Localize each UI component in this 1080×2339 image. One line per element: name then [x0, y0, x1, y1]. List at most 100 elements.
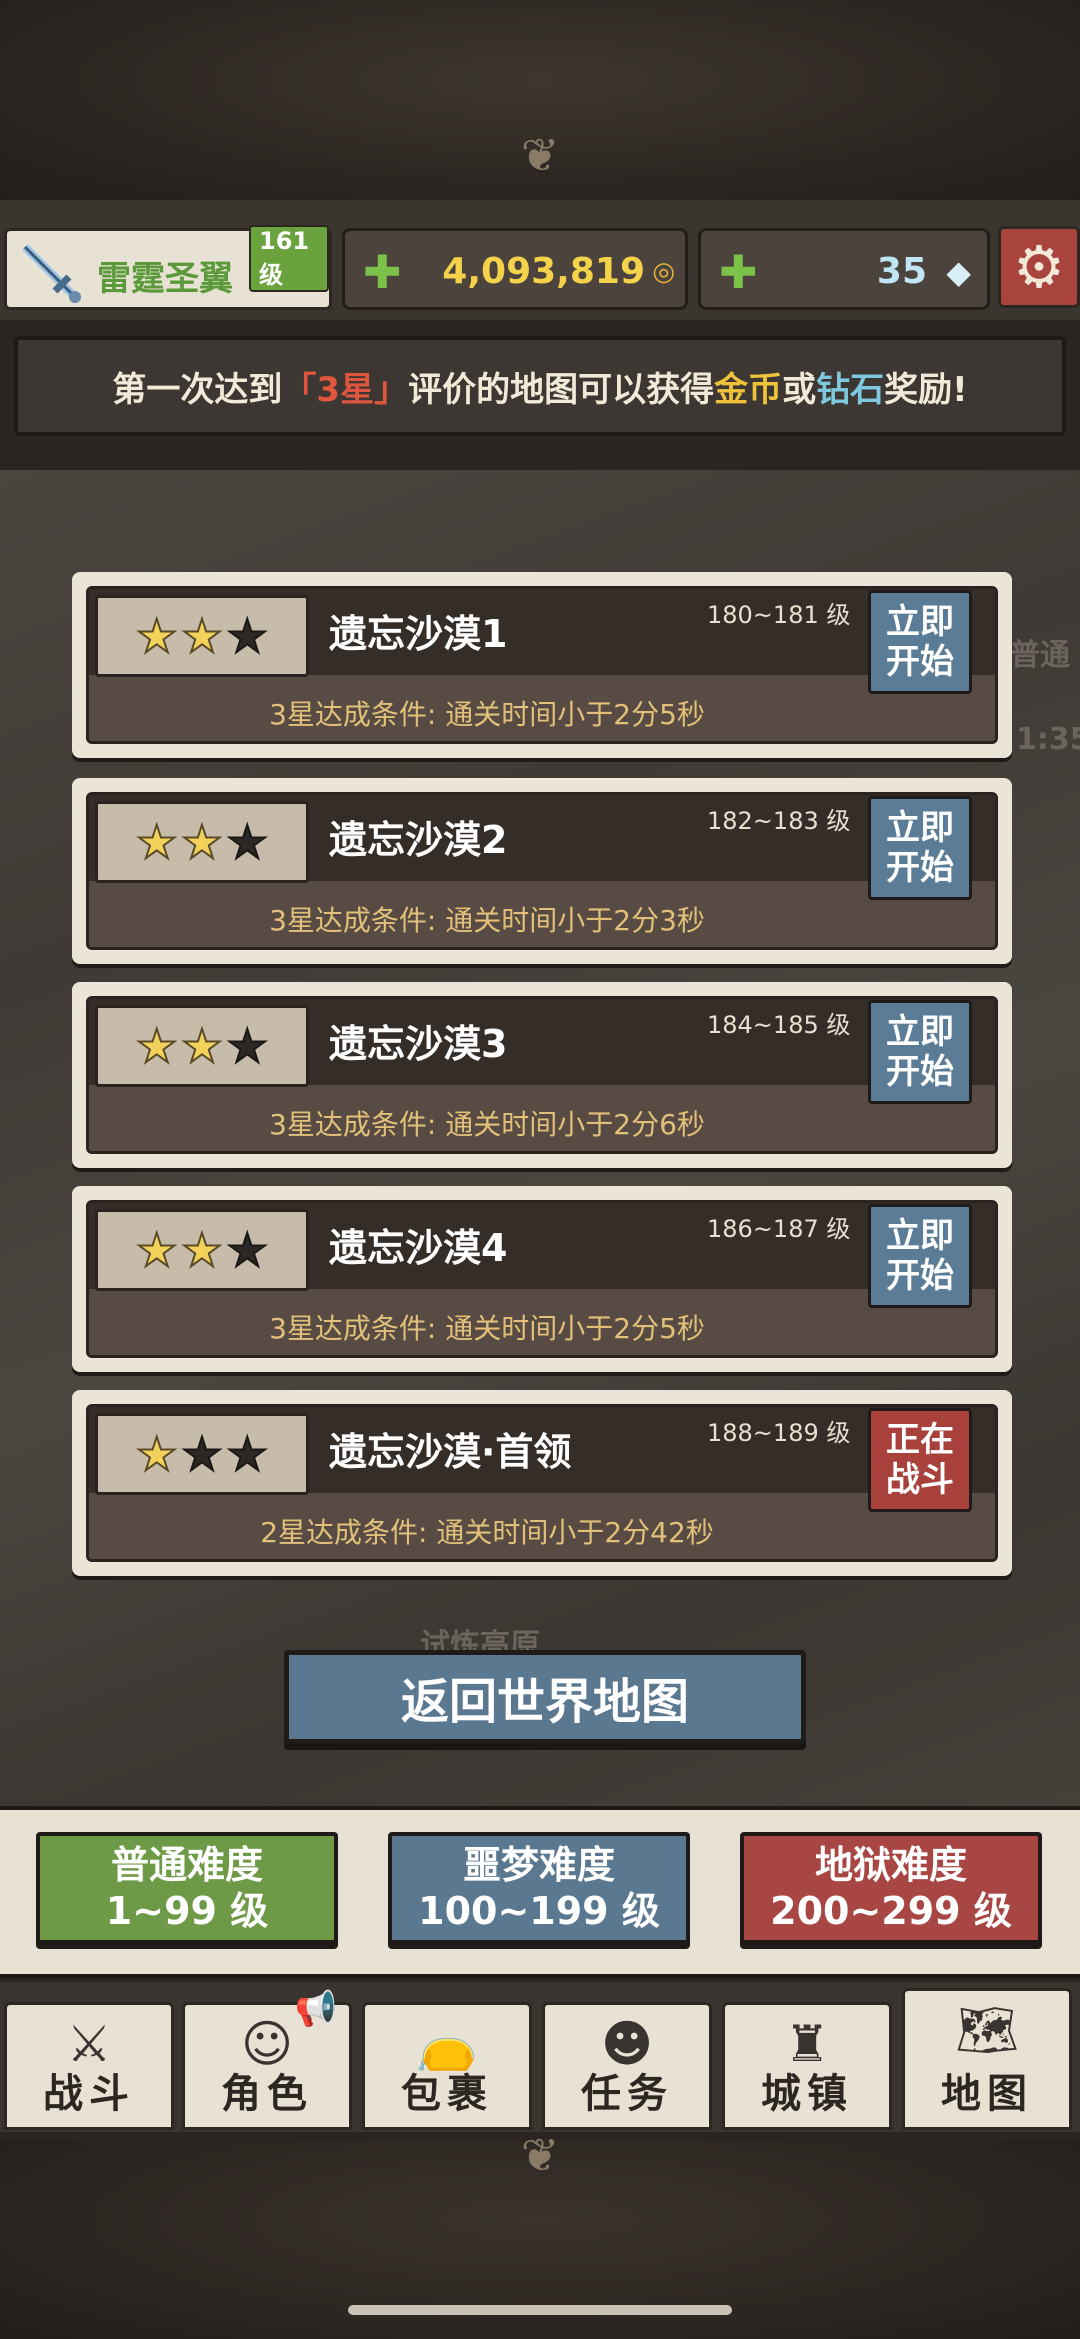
star-empty-icon: ★ [226, 609, 269, 663]
star-empty-icon: ★ [226, 815, 269, 869]
star-filled-icon: ★ [180, 1019, 223, 1073]
tab-label: 任务 [581, 2071, 673, 2117]
star-condition: 3星达成条件: 通关时间小于2分3秒 [269, 904, 705, 937]
level-name: 遗忘沙漠2 [329, 818, 508, 862]
map-ghost-label: 1:35 [1016, 722, 1080, 757]
star-empty-icon: ★ [226, 1427, 269, 1481]
level-card-body: ★ ★ ★ 遗忘沙漠4 186~187 级 3星达成条件: 通关时间小于2分5秒 [86, 1200, 998, 1358]
start-level-label: 立即开始 [886, 602, 954, 682]
notice-gold-word: 金币 [714, 369, 783, 410]
tab-map[interactable]: 🗺 地图 [902, 1988, 1072, 2130]
gold-counter[interactable]: ✚ 4,093,819 ◎ [342, 228, 688, 310]
return-world-map-button[interactable]: 返回世界地图 [284, 1650, 806, 1744]
start-level-button[interactable]: 立即开始 [868, 796, 972, 900]
star-rating: ★ ★ ★ [95, 595, 309, 677]
diamond-counter[interactable]: ✚ 35 ◆ [698, 228, 990, 310]
difficulty-name: 噩梦难度 [462, 1843, 615, 1887]
tab-label: 角色 [221, 2071, 313, 2117]
settings-button[interactable]: ⚙ [998, 226, 1080, 308]
start-level-label: 立即开始 [886, 1012, 954, 1092]
level-card-body: ★ ★ ★ 遗忘沙漠1 180~181 级 3星达成条件: 通关时间小于2分5秒 [86, 586, 998, 744]
fighting-status-button[interactable]: 正在战斗 [868, 1408, 972, 1512]
reward-notice: 第一次达到 「3星」 评价的地图可以获得 金币 或 钻石 奖励! [14, 336, 1066, 436]
tab-character[interactable]: ☺ 📢 角色 [182, 1989, 352, 2130]
difficulty-range: 100~199 级 [418, 1889, 660, 1933]
start-level-label: 立即开始 [886, 1216, 954, 1296]
star-condition: 3星达成条件: 通关时间小于2分6秒 [269, 1108, 705, 1141]
tab-quest[interactable]: ☻ 任务 [542, 2002, 712, 2130]
difficulty-hell-button[interactable]: 地狱难度 200~299 级 [740, 1832, 1042, 1944]
diamond-icon: ◆ [946, 253, 971, 291]
star-filled-icon: ★ [135, 815, 178, 869]
level-card-body: ★ ★ ★ 遗忘沙漠·首领 188~189 级 2星达成条件: 通关时间小于2分… [86, 1404, 998, 1562]
star-filled-icon: ★ [135, 1223, 178, 1277]
level-name: 遗忘沙漠1 [329, 612, 508, 656]
level-name: 遗忘沙漠·首领 [329, 1430, 572, 1474]
player-name: 雷霆圣翼 [97, 259, 233, 299]
home-indicator[interactable] [348, 2305, 732, 2315]
level-card-body: ★ ★ ★ 遗忘沙漠2 182~183 级 3星达成条件: 通关时间小于2分3秒 [86, 792, 998, 950]
star-rating: ★ ★ ★ [95, 801, 309, 883]
notice-text-1: 第一次达到 [112, 369, 283, 410]
difficulty-range: 1~99 级 [105, 1889, 269, 1933]
gold-value: 4,093,819 [442, 251, 645, 292]
tab-label: 城镇 [761, 2071, 853, 2117]
fighting-status-label: 正在战斗 [886, 1420, 954, 1500]
gear-icon: ⚙ [1013, 233, 1065, 301]
level-card-body: ★ ★ ★ 遗忘沙漠3 184~185 级 3星达成条件: 通关时间小于2分6秒 [86, 996, 998, 1154]
star-condition: 3星达成条件: 通关时间小于2分5秒 [269, 1312, 705, 1345]
difficulty-range: 200~299 级 [770, 1889, 1012, 1933]
notice-text-2: 评价的地图可以获得 [408, 369, 715, 410]
player-level-badge: 161 级 [249, 225, 329, 292]
star-rating: ★ ★ ★ [95, 1209, 309, 1291]
start-level-button[interactable]: 立即开始 [868, 590, 972, 694]
level-card[interactable]: ★ ★ ★ 遗忘沙漠3 184~185 级 3星达成条件: 通关时间小于2分6秒… [72, 982, 1012, 1168]
level-card[interactable]: ★ ★ ★ 遗忘沙漠4 186~187 级 3星达成条件: 通关时间小于2分5秒… [72, 1186, 1012, 1372]
level-range: 186~187 级 [707, 1215, 851, 1243]
star-filled-icon: ★ [180, 815, 223, 869]
star-filled-icon: ★ [180, 1223, 223, 1277]
star-rating: ★ ★ ★ [95, 1005, 309, 1087]
coin-icon: ◎ [652, 257, 675, 287]
star-filled-icon: ★ [135, 1427, 178, 1481]
level-range: 184~185 级 [707, 1011, 851, 1039]
star-empty-icon: ★ [226, 1019, 269, 1073]
notification-megaphone-icon: 📢 [294, 1989, 337, 2029]
star-filled-icon: ★ [180, 609, 223, 663]
top-ornament-icon: ❦ [520, 128, 560, 182]
tab-label: 战斗 [43, 2071, 135, 2117]
level-name: 遗忘沙漠3 [329, 1022, 508, 1066]
difficulty-normal-button[interactable]: 普通难度 1~99 级 [36, 1832, 338, 1944]
sword-icon [22, 244, 81, 303]
notice-star-highlight: 「3星」 [282, 369, 409, 410]
level-range: 182~183 级 [707, 807, 851, 835]
tab-label: 包裹 [401, 2071, 493, 2117]
level-card[interactable]: ★ ★ ★ 遗忘沙漠1 180~181 级 3星达成条件: 通关时间小于2分5秒… [72, 572, 1012, 758]
difficulty-nightmare-button[interactable]: 噩梦难度 100~199 级 [388, 1832, 690, 1944]
start-level-button[interactable]: 立即开始 [868, 1000, 972, 1104]
tab-battle[interactable]: ⚔ 战斗 [4, 2002, 174, 2130]
level-range: 188~189 级 [707, 1419, 851, 1447]
bottom-ornament-icon: ❦ [520, 2128, 560, 2182]
difficulty-name: 普通难度 [110, 1843, 263, 1887]
tab-town[interactable]: ♜ 城镇 [722, 2002, 892, 2130]
add-gold-icon[interactable]: ✚ [363, 245, 402, 299]
star-filled-icon: ★ [135, 1019, 178, 1073]
star-empty-icon: ★ [226, 1223, 269, 1277]
notice-text-3: 奖励! [884, 369, 968, 410]
add-diamond-icon[interactable]: ✚ [719, 245, 758, 299]
level-card[interactable]: ★ ★ ★ 遗忘沙漠2 182~183 级 3星达成条件: 通关时间小于2分3秒… [72, 778, 1012, 964]
star-condition: 2星达成条件: 通关时间小于2分42秒 [260, 1516, 714, 1549]
difficulty-name: 地狱难度 [814, 1843, 967, 1887]
level-card[interactable]: ★ ★ ★ 遗忘沙漠·首领 188~189 级 2星达成条件: 通关时间小于2分… [72, 1390, 1012, 1576]
tab-label: 地图 [941, 2071, 1033, 2117]
notice-diamond-word: 钻石 [816, 369, 885, 410]
level-range: 180~181 级 [707, 601, 851, 629]
tab-bag[interactable]: 👝 包裹 [362, 2002, 532, 2130]
diamond-value: 35 [876, 251, 927, 292]
start-level-button[interactable]: 立即开始 [868, 1204, 972, 1308]
map-icon: 🗺 [955, 2001, 1019, 2059]
notice-or-word: 或 [782, 369, 817, 410]
start-level-label: 立即开始 [886, 808, 954, 888]
player-info[interactable]: 雷霆圣翼 161 级 [4, 225, 332, 310]
